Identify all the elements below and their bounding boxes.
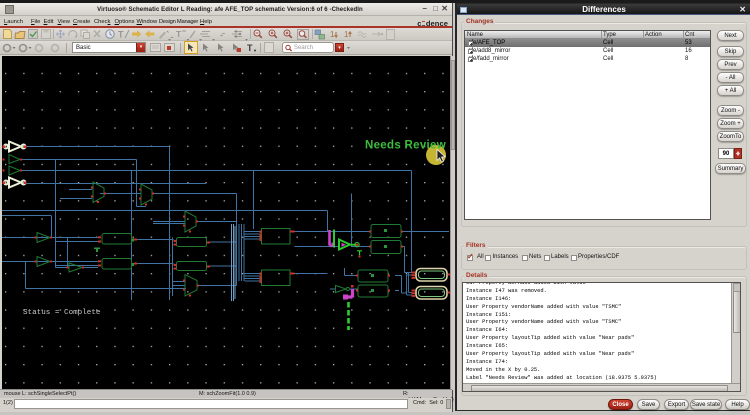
svg-text:Needs Review: Needs Review xyxy=(365,140,446,152)
svg-text:T: T xyxy=(247,43,253,53)
svg-text:1: 1 xyxy=(330,30,335,39)
svg-text:T: T xyxy=(118,30,124,40)
svg-text:T: T xyxy=(176,29,182,39)
svg-text:Status = Complete: Status = Complete xyxy=(23,309,101,317)
svg-text:1: 1 xyxy=(344,30,349,39)
